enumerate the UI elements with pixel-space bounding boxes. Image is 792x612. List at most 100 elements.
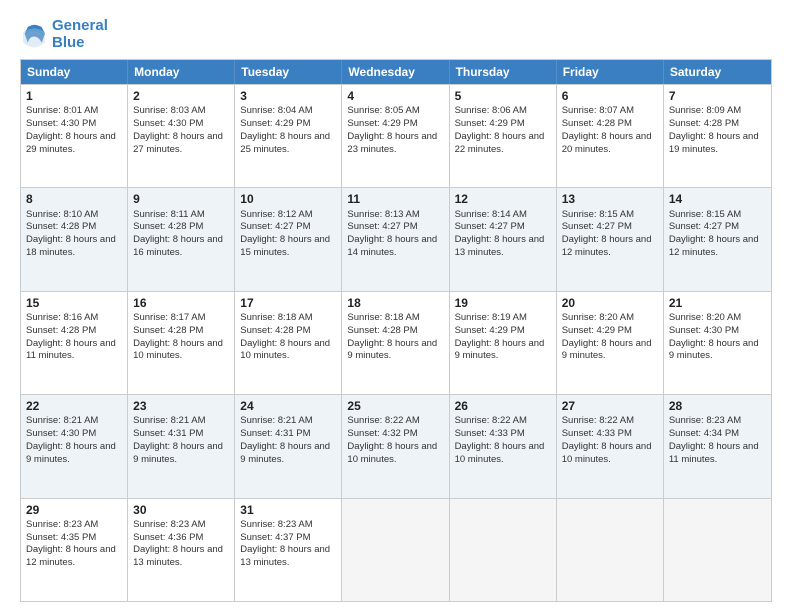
day-number: 19 [455,295,551,311]
sunrise: Sunrise: 8:21 AM [26,415,98,426]
daylight: Daylight: 8 hours and 12 minutes. [26,544,116,568]
daylight: Daylight: 8 hours and 18 minutes. [26,234,116,258]
sunrise: Sunrise: 8:14 AM [455,209,527,220]
sunset: Sunset: 4:29 PM [347,118,417,129]
calendar-week-row: 15Sunrise: 8:16 AMSunset: 4:28 PMDayligh… [21,291,771,394]
sunset: Sunset: 4:30 PM [26,428,96,439]
calendar-header-cell: Wednesday [342,60,449,84]
sunset: Sunset: 4:28 PM [240,325,310,336]
calendar-cell: 5Sunrise: 8:06 AM Sunset: 4:29 PM Daylight… [450,85,557,187]
calendar-cell: 13Sunrise: 8:15 AMSunset: 4:27 PMDayligh… [557,188,664,290]
daylight: Daylight: 8 hours and 9 minutes. [26,441,116,465]
sunset: Sunset: 4:28 PM [347,325,417,336]
sunset: Sunset: 4:31 PM [133,428,203,439]
daylight: Daylight: 8 hours and 9 minutes. [240,441,330,465]
calendar-cell: 2Sunrise: 8:03 AMSunset: 4:30 PMDaylight… [128,85,235,187]
calendar: SundayMondayTuesdayWednesdayThursdayFrid… [20,59,772,602]
calendar-cell [664,499,771,601]
sunset: Sunset: 4:28 PM [669,118,739,129]
daylight: Daylight: 8 hours and 9 minutes. [133,441,223,465]
calendar-cell: 6Sunrise: 8:07 AMSunset: 4:28 PMDaylight… [557,85,664,187]
day-number: 21 [669,295,766,311]
day-number: 4 [347,88,443,104]
day-number: 6 [562,88,658,104]
sunset: Sunset: 4:34 PM [669,428,739,439]
calendar-cell: 12Sunrise: 8:14 AMSunset: 4:27 PMDayligh… [450,188,557,290]
calendar-body: 1Sunrise: 8:01 AMSunset: 4:30 PMDaylight… [21,84,771,601]
day-number: 12 [455,191,551,207]
sunset: Sunset: 4:29 PM [455,118,525,129]
sunrise: Sunrise: 8:23 AM [133,519,205,530]
calendar-header-cell: Thursday [450,60,557,84]
calendar-cell: 28Sunrise: 8:23 AMSunset: 4:34 PMDayligh… [664,395,771,497]
sunrise: Sunrise: 8:05 AM [347,105,419,116]
daylight: Daylight: 8 hours and 11 minutes. [26,338,116,362]
day-number: 17 [240,295,336,311]
daylight: Daylight: 8 hours and 15 minutes. [240,234,330,258]
calendar-cell: 25Sunrise: 8:22 AMSunset: 4:32 PMDayligh… [342,395,449,497]
daylight: Daylight: 8 hours and 29 minutes. [26,131,116,155]
day-number: 5 [455,88,551,104]
day-number: 28 [669,398,766,414]
sunset: Sunset: 4:29 PM [240,118,310,129]
sunset: Sunset: 4:28 PM [133,221,203,232]
sunset: Sunset: 4:30 PM [133,118,203,129]
sunrise: Sunrise: 8:18 AM [347,312,419,323]
daylight: Daylight: 8 hours and 13 minutes. [455,234,545,258]
sunset: Sunset: 4:33 PM [562,428,632,439]
calendar-cell: 7Sunrise: 8:09 AMSunset: 4:28 PMDaylight… [664,85,771,187]
sunrise: Sunrise: 8:12 AM [240,209,312,220]
day-number: 24 [240,398,336,414]
sunrise: Sunrise: 8:22 AM [347,415,419,426]
calendar-week-row: 22Sunrise: 8:21 AMSunset: 4:30 PMDayligh… [21,394,771,497]
daylight: Daylight: 8 hours and 9 minutes. [669,338,759,362]
calendar-cell: 4Sunrise: 8:05 AMSunset: 4:29 PMDaylight… [342,85,449,187]
sunset: Sunset: 4:33 PM [455,428,525,439]
day-number: 27 [562,398,658,414]
daylight: Daylight: 8 hours and 22 minutes. [455,131,545,155]
calendar-cell: 29Sunrise: 8:23 AMSunset: 4:35 PMDayligh… [21,499,128,601]
daylight: Daylight: 8 hours and 10 minutes. [455,441,545,465]
daylight: Daylight: 8 hours and 10 minutes. [562,441,652,465]
sunrise: Sunrise: 8:17 AM [133,312,205,323]
calendar-header-row: SundayMondayTuesdayWednesdayThursdayFrid… [21,60,771,84]
day-number: 3 [240,88,336,104]
sunset: Sunset: 4:28 PM [26,325,96,336]
sunrise: Sunrise: 8:23 AM [26,519,98,530]
daylight: Daylight: 8 hours and 16 minutes. [133,234,223,258]
sunset: Sunset: 4:32 PM [347,428,417,439]
sunrise: Sunrise: 8:07 AM [562,105,634,116]
sunrise: Sunrise: 8:18 AM [240,312,312,323]
daylight: Daylight: 8 hours and 14 minutes. [347,234,437,258]
calendar-cell: 18Sunrise: 8:18 AMSunset: 4:28 PMDayligh… [342,292,449,394]
daylight: Daylight: 8 hours and 19 minutes. [669,131,759,155]
calendar-cell [557,499,664,601]
day-number: 15 [26,295,122,311]
calendar-cell: 20Sunrise: 8:20 AMSunset: 4:29 PMDayligh… [557,292,664,394]
sunrise: Sunrise: 8:06 AM [455,105,527,116]
daylight: Daylight: 8 hours and 10 minutes. [133,338,223,362]
header: General Blue [20,18,772,51]
calendar-cell: 22Sunrise: 8:21 AMSunset: 4:30 PMDayligh… [21,395,128,497]
daylight: Daylight: 8 hours and 9 minutes. [562,338,652,362]
calendar-week-row: 1Sunrise: 8:01 AMSunset: 4:30 PMDaylight… [21,84,771,187]
logo-icon [20,21,48,49]
day-number: 26 [455,398,551,414]
sunrise: Sunrise: 8:22 AM [562,415,634,426]
daylight: Daylight: 8 hours and 9 minutes. [347,338,437,362]
sunrise: Sunrise: 8:10 AM [26,209,98,220]
sunrise: Sunrise: 8:15 AM [669,209,741,220]
sunrise: Sunrise: 8:15 AM [562,209,634,220]
daylight: Daylight: 8 hours and 10 minutes. [347,441,437,465]
day-number: 14 [669,191,766,207]
sunrise: Sunrise: 8:20 AM [562,312,634,323]
sunset: Sunset: 4:37 PM [240,532,310,543]
daylight: Daylight: 8 hours and 11 minutes. [669,441,759,465]
daylight: Daylight: 8 hours and 13 minutes. [133,544,223,568]
day-number: 11 [347,191,443,207]
sunrise: Sunrise: 8:11 AM [133,209,205,220]
calendar-cell: 19Sunrise: 8:19 AMSunset: 4:29 PMDayligh… [450,292,557,394]
logo-text: General Blue [52,18,108,51]
calendar-cell: 14Sunrise: 8:15 AMSunset: 4:27 PMDayligh… [664,188,771,290]
sunrise: Sunrise: 8:04 AM [240,105,312,116]
